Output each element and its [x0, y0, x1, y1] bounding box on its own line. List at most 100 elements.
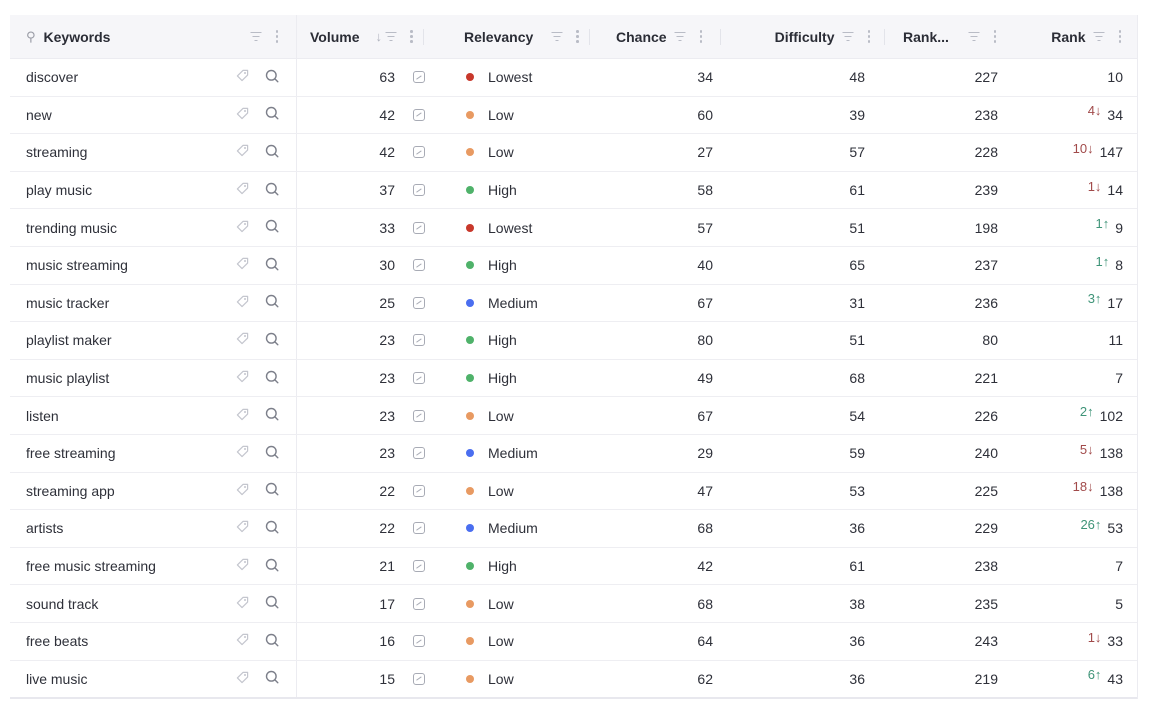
tag-icon[interactable]: [236, 445, 249, 461]
table-row[interactable]: streaming 42 Low 27 57 228 10↓ 147: [10, 134, 1137, 172]
keyword-text[interactable]: live music: [26, 671, 236, 687]
keyword-text[interactable]: free beats: [26, 633, 236, 649]
table-row[interactable]: free beats 16 Low 64 36 243 1↓ 33: [10, 622, 1137, 661]
trend-chart-icon[interactable]: [413, 372, 425, 385]
search-icon[interactable]: [265, 144, 279, 161]
search-icon[interactable]: [265, 670, 279, 687]
column-separator[interactable]: [588, 28, 590, 45]
trend-chart-icon[interactable]: [413, 221, 425, 234]
keyword-text[interactable]: free streaming: [26, 445, 236, 461]
table-row[interactable]: listen 23 Low 67 54 226 2↑ 102: [10, 397, 1137, 435]
table-row[interactable]: playlist maker 23 High 80 51 80 11: [10, 322, 1137, 360]
search-icon[interactable]: [265, 294, 279, 311]
keyword-text[interactable]: discover: [26, 69, 236, 85]
table-row[interactable]: music streaming 30 High 40 65 237 1↑ 8: [10, 246, 1137, 285]
kebab-menu-icon[interactable]: [993, 30, 997, 43]
trend-chart-icon[interactable]: [413, 560, 425, 573]
column-header-keywords[interactable]: ⚲ Keywords: [10, 15, 297, 58]
search-icon[interactable]: [265, 69, 279, 86]
table-row[interactable]: play music 37 High 58 61 239 1↓ 14: [10, 171, 1137, 210]
search-icon[interactable]: [265, 370, 279, 387]
trend-chart-icon[interactable]: [413, 146, 425, 159]
search-icon[interactable]: [265, 595, 279, 612]
column-header-volume[interactable]: Volume ↓: [297, 15, 448, 58]
table-row[interactable]: free streaming 23 Medium 29 59 240 5↓ 13…: [10, 434, 1137, 473]
kebab-menu-icon[interactable]: [1118, 30, 1121, 43]
keyword-text[interactable]: artists: [26, 520, 236, 536]
column-header-relevancy[interactable]: Relevancy: [448, 15, 600, 58]
keyword-text[interactable]: sound track: [26, 596, 236, 612]
search-icon[interactable]: [265, 257, 279, 274]
filter-icon[interactable]: [385, 32, 397, 42]
column-separator[interactable]: [422, 28, 424, 45]
column-header-chance[interactable]: Chance: [600, 15, 725, 58]
keyword-text[interactable]: listen: [26, 408, 236, 424]
trend-chart-icon[interactable]: [413, 409, 425, 422]
trend-chart-icon[interactable]: [413, 259, 425, 272]
trend-chart-icon[interactable]: [413, 447, 425, 460]
keyword-text[interactable]: play music: [26, 182, 236, 198]
tag-icon[interactable]: [236, 295, 249, 311]
column-separator[interactable]: [720, 28, 722, 45]
kebab-menu-icon[interactable]: [410, 30, 413, 43]
trend-chart-icon[interactable]: [413, 484, 425, 497]
trend-chart-icon[interactable]: [413, 296, 425, 309]
filter-icon[interactable]: [250, 32, 262, 42]
table-row[interactable]: discover 63 Lowest 34 48 227 10: [10, 59, 1137, 97]
tag-icon[interactable]: [236, 257, 249, 273]
search-icon[interactable]: [265, 182, 279, 199]
search-icon[interactable]: [265, 482, 279, 499]
tag-icon[interactable]: [236, 144, 249, 160]
filter-icon[interactable]: [674, 32, 686, 42]
keyword-text[interactable]: new: [26, 107, 236, 123]
keyword-text[interactable]: playlist maker: [26, 332, 236, 348]
tag-icon[interactable]: [236, 596, 249, 612]
keyword-text[interactable]: streaming: [26, 144, 236, 160]
kebab-menu-icon[interactable]: [867, 30, 870, 43]
kebab-menu-icon[interactable]: [576, 30, 579, 43]
trend-chart-icon[interactable]: [413, 334, 425, 347]
trend-chart-icon[interactable]: [413, 635, 425, 648]
keyword-text[interactable]: music playlist: [26, 370, 236, 386]
pin-icon[interactable]: ⚲: [26, 29, 36, 45]
table-row[interactable]: music playlist 23 High 49 68 221 7: [10, 359, 1137, 398]
tag-icon[interactable]: [236, 69, 249, 85]
search-icon[interactable]: [265, 106, 279, 123]
trend-chart-icon[interactable]: [413, 522, 425, 535]
kebab-menu-icon[interactable]: [699, 30, 703, 43]
table-row[interactable]: new 42 Low 60 39 238 4↓ 34: [10, 96, 1137, 135]
keyword-text[interactable]: music streaming: [26, 257, 236, 273]
column-header-difficulty[interactable]: Difficulty: [725, 15, 885, 58]
trend-chart-icon[interactable]: [413, 108, 425, 121]
table-row[interactable]: trending music 33 Lowest 57 51 198 1↑ 9: [10, 209, 1137, 247]
filter-icon[interactable]: [968, 32, 980, 42]
filter-icon[interactable]: [842, 32, 854, 42]
tag-icon[interactable]: [236, 671, 249, 687]
table-row[interactable]: live music 15 Low 62 36 219 6↑ 43: [10, 660, 1137, 700]
table-row[interactable]: free music streaming 21 High 42 61 238 7: [10, 547, 1137, 586]
tag-icon[interactable]: [236, 558, 249, 574]
table-row[interactable]: streaming app 22 Low 47 53 225 18↓ 138: [10, 472, 1137, 511]
tag-icon[interactable]: [236, 370, 249, 386]
trend-chart-icon[interactable]: [413, 672, 425, 685]
search-icon[interactable]: [265, 520, 279, 537]
filter-icon[interactable]: [1093, 32, 1105, 42]
table-row[interactable]: artists 22 Medium 68 36 229 26↑ 53: [10, 510, 1137, 548]
tag-icon[interactable]: [236, 182, 249, 198]
sort-descending-arrow-icon[interactable]: ↓: [376, 29, 383, 44]
search-icon[interactable]: [265, 633, 279, 650]
keyword-text[interactable]: music tracker: [26, 295, 236, 311]
table-row[interactable]: music tracker 25 Medium 67 31 236 3↑ 17: [10, 284, 1137, 323]
search-icon[interactable]: [265, 445, 279, 462]
table-row[interactable]: sound track 17 Low 68 38 235 5: [10, 585, 1137, 623]
keyword-text[interactable]: streaming app: [26, 483, 236, 499]
trend-chart-icon[interactable]: [413, 71, 425, 84]
keyword-text[interactable]: free music streaming: [26, 558, 236, 574]
tag-icon[interactable]: [236, 483, 249, 499]
kebab-menu-icon[interactable]: [275, 30, 278, 43]
trend-chart-icon[interactable]: [413, 597, 425, 610]
column-header-rank[interactable]: Rank: [1012, 15, 1137, 58]
search-icon[interactable]: [265, 219, 279, 236]
trend-chart-icon[interactable]: [413, 184, 425, 197]
tag-icon[interactable]: [236, 332, 249, 348]
